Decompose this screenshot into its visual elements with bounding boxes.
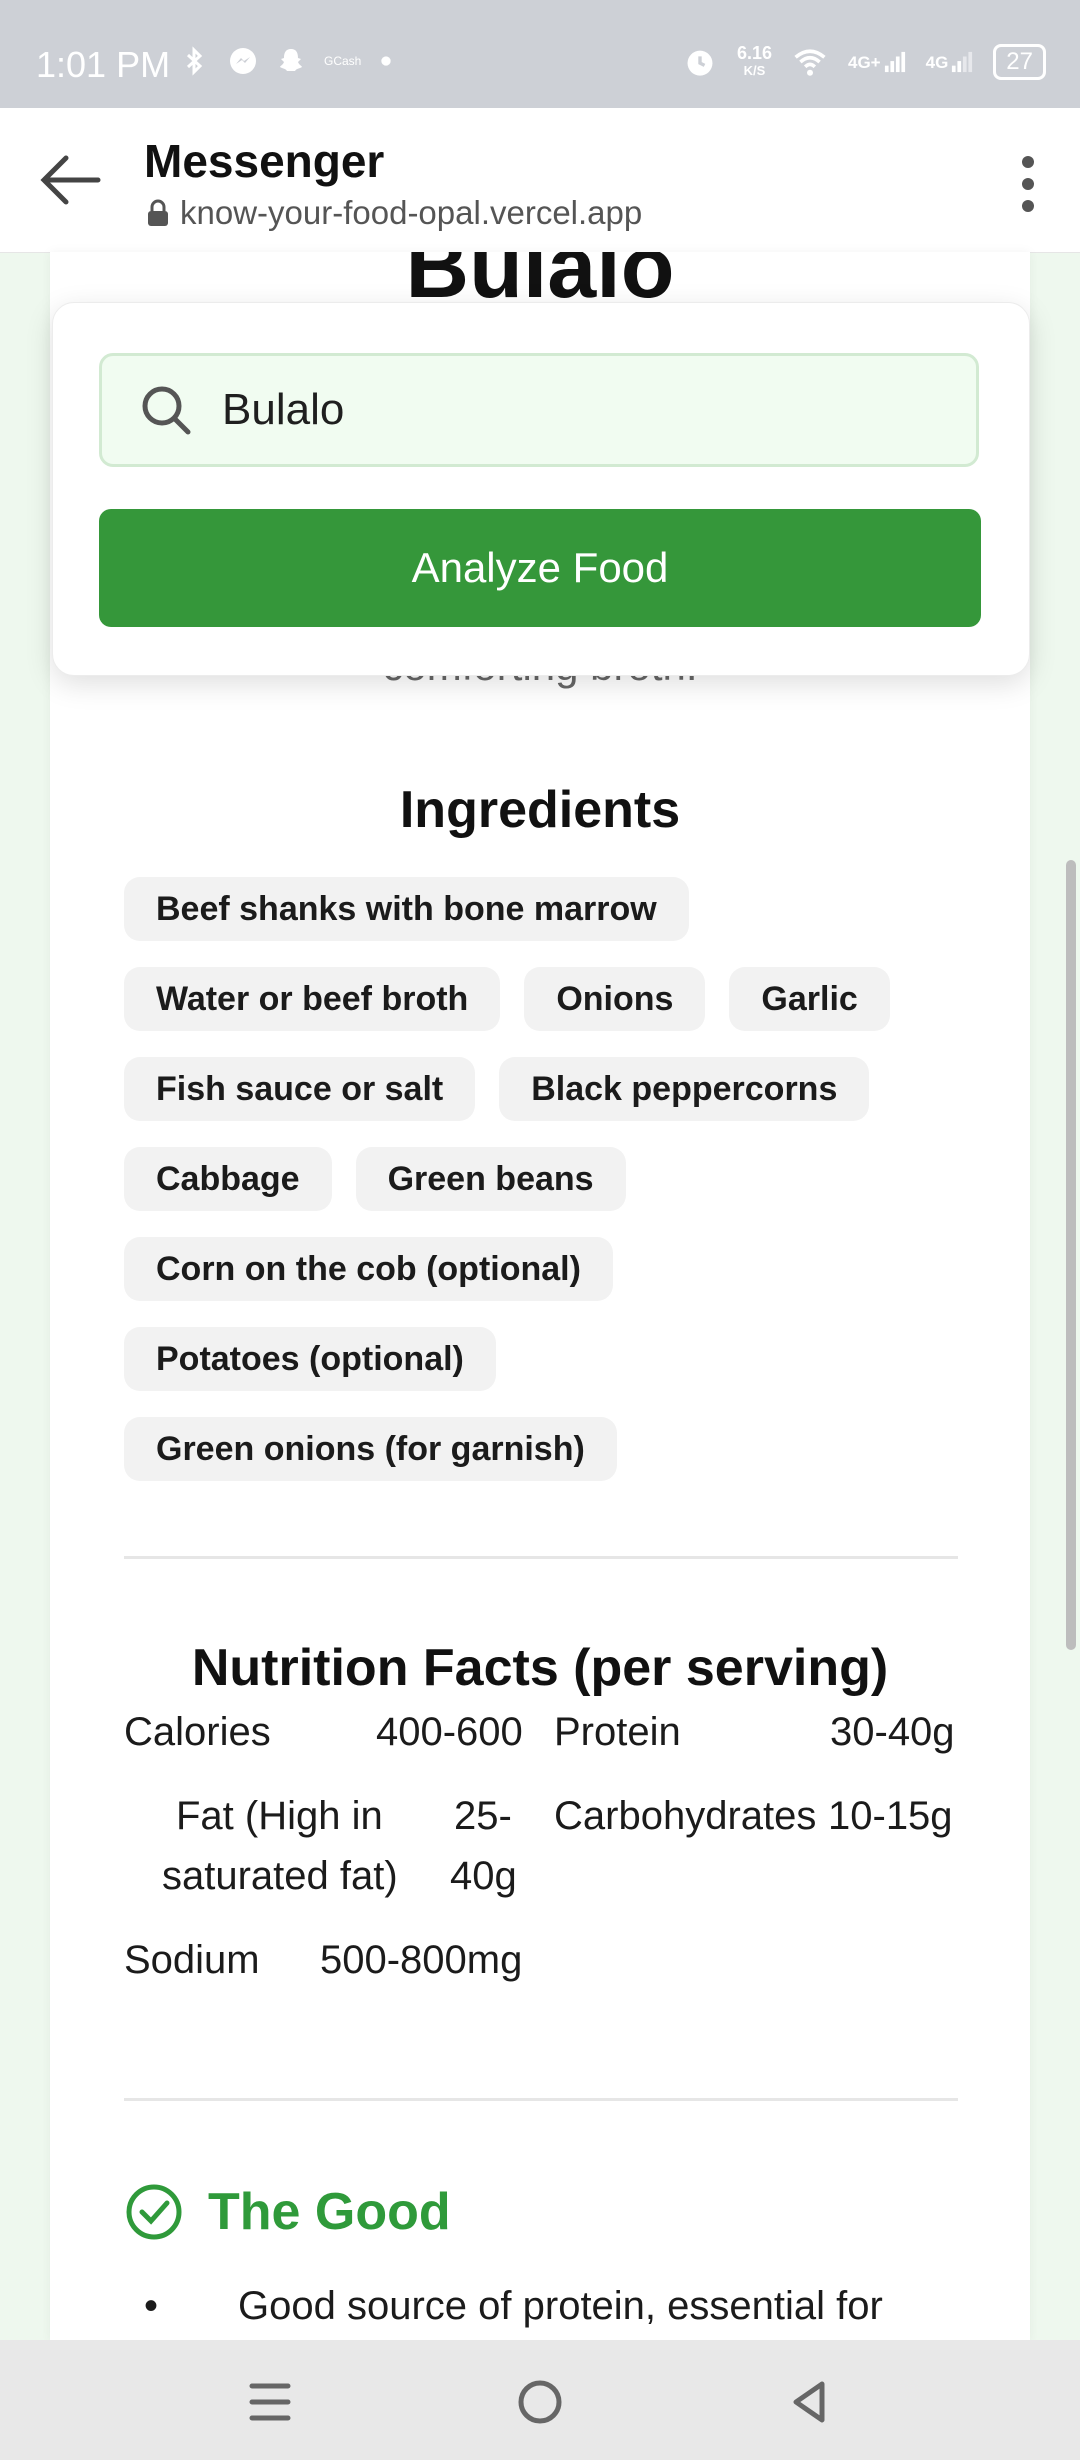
section-divider (124, 2098, 958, 2101)
check-circle-icon (126, 2184, 182, 2240)
lock-icon (148, 199, 168, 226)
recent-apps-icon[interactable] (242, 2374, 298, 2430)
ingredient-chip: Garlic (729, 967, 890, 1031)
back-arrow-icon[interactable] (36, 148, 106, 212)
url-text: know-your-food-opal.vercel.app (180, 194, 643, 231)
search-input-value: Bulalo (222, 385, 345, 434)
nutrition-heading: Nutrition Facts (per serving) (191, 1639, 889, 1697)
nutrition-label-fat-line2: saturated fat) (162, 1854, 398, 1898)
ingredient-chip: Green beans (355, 1147, 626, 1211)
ingredient-chip: Onions (524, 967, 706, 1031)
ingredient-chip: Black peppercorns (499, 1057, 870, 1121)
ingredients-list: Beef shanks with bone marrow Water or be… (124, 877, 944, 1507)
nutrition-value-fat-line2: 40g (450, 1854, 517, 1898)
nutrition-value-fat: 25- (454, 1794, 512, 1838)
browser-app-title: Messenger (144, 135, 385, 187)
battery-icon: 27 (993, 44, 1046, 80)
dot-icon (381, 56, 392, 66)
status-right-icons: 6.16 K/S 4G+ 4G 27 (683, 44, 1046, 80)
page-scrollbar[interactable] (1066, 860, 1076, 1650)
the-good-heading: The Good (124, 2182, 451, 2242)
browser-toolbar: Messenger know-your-food-opal.vercel.app (0, 108, 1080, 253)
gcash-icon: GCash (324, 54, 362, 68)
wifi-icon (794, 49, 826, 76)
snapchat-icon (280, 49, 302, 71)
nutrition-label-fat: Fat (High in (176, 1794, 383, 1838)
nutrition-value-sodium: 500-800mg (320, 1938, 523, 1982)
nutrition-label-calories: Calories (124, 1710, 271, 1754)
nutrition-label-protein: Protein (554, 1710, 681, 1754)
ingredient-chip: Green onions (for garnish) (124, 1417, 617, 1481)
signal-4g-plus: 4G+ (848, 51, 906, 73)
ingredient-chip: Beef shanks with bone marrow (124, 877, 689, 941)
ingredient-chip: Cabbage (124, 1147, 332, 1211)
signal-bars-icon (884, 51, 905, 73)
the-good-label: The Good (208, 2183, 451, 2241)
section-divider (124, 1556, 958, 1559)
alarm-icon (687, 50, 713, 76)
nutrition-value-calories: 400-600 (376, 1710, 523, 1754)
ingredients-heading: Ingredients (399, 781, 681, 839)
url-bar[interactable]: know-your-food-opal.vercel.app (146, 194, 642, 232)
bluetooth-icon (186, 46, 203, 76)
signal-bars-icon (952, 51, 973, 73)
status-time: 1:01 PM (36, 44, 171, 85)
status-left-icons: GCash (180, 46, 393, 76)
bullet: • (144, 2284, 159, 2328)
nutrition-label-carbohydrates: Carbohydrates (554, 1794, 817, 1838)
back-icon[interactable] (782, 2374, 838, 2430)
good-item-text: Good source of protein, essential for (238, 2284, 883, 2328)
search-card: Bulalo Analyze Food (52, 302, 1030, 676)
food-search-input[interactable]: Bulalo (99, 353, 979, 467)
more-vert-icon[interactable] (1016, 152, 1040, 216)
ingredient-chip: Potatoes (optional) (124, 1327, 496, 1391)
ingredient-chip: Corn on the cob (optional) (124, 1237, 613, 1301)
nutrition-value-carbohydrates: 10-15g (828, 1794, 953, 1838)
signal-4g: 4G (926, 51, 974, 73)
home-icon[interactable] (512, 2374, 568, 2430)
status-bar: 1:01 PM GCash 6.16 K/S 4G+ 4G 27 (0, 0, 1080, 108)
nutrition-value-protein: 30-40g (830, 1710, 955, 1754)
analyze-food-button[interactable]: Analyze Food (99, 509, 981, 627)
ingredient-chip: Fish sauce or salt (124, 1057, 476, 1121)
system-nav-bar (0, 2340, 1080, 2460)
good-list-item: • Good source of protein, essential for (144, 2284, 883, 2329)
messenger-icon (230, 48, 256, 74)
ingredient-chip: Water or beef broth (124, 967, 501, 1031)
nutrition-label-sodium: Sodium (124, 1938, 260, 1982)
search-icon (142, 386, 191, 435)
network-speed: 6.16 K/S (736, 43, 772, 78)
